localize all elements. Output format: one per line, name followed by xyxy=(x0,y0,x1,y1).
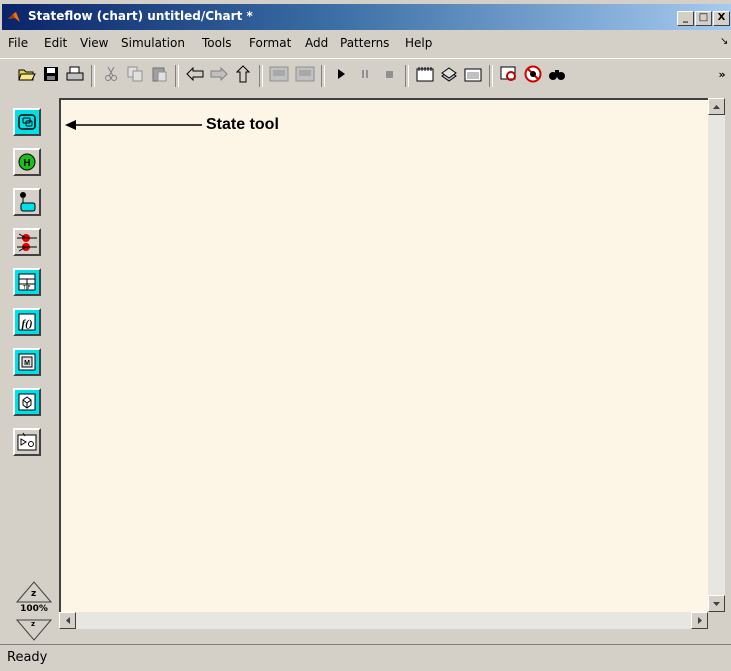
scroll-right-arrow-icon[interactable] xyxy=(691,612,708,629)
target-icon[interactable] xyxy=(462,63,484,85)
connective-junction-icon[interactable] xyxy=(13,228,41,256)
find-icon[interactable] xyxy=(546,63,568,85)
maximize-button[interactable]: □ xyxy=(695,11,712,26)
box-icon[interactable] xyxy=(13,388,41,416)
matlab-logo-icon xyxy=(7,10,21,24)
zoom-in-button[interactable]: z xyxy=(31,589,36,599)
copy-icon[interactable] xyxy=(124,63,146,85)
zoom-out-button[interactable]: z xyxy=(31,620,35,628)
open-folder-icon[interactable] xyxy=(16,63,38,85)
object-palette: H T F f() M z 100% z xyxy=(0,96,58,641)
state-tool-icon[interactable] xyxy=(13,108,41,136)
svg-text:T F: T F xyxy=(22,285,31,291)
close-button[interactable]: X xyxy=(713,11,730,26)
toolbar-separator xyxy=(489,65,493,87)
scroll-left-arrow-icon[interactable] xyxy=(59,612,76,629)
truth-table-icon[interactable]: T F xyxy=(13,268,41,296)
status-bar: Ready xyxy=(0,644,731,671)
menu-file[interactable]: File xyxy=(8,36,28,50)
status-text: Ready xyxy=(7,650,48,665)
redo-icon[interactable] xyxy=(294,63,316,85)
toolbar-separator xyxy=(321,65,325,87)
graphical-function-icon[interactable]: f() xyxy=(13,308,41,336)
state-tool-annotation: State tool xyxy=(206,116,279,133)
horizontal-scrollbar[interactable] xyxy=(59,612,708,629)
pointer-arrow xyxy=(65,120,202,130)
scroll-up-arrow-icon[interactable] xyxy=(708,98,725,115)
toolbar-separator xyxy=(91,65,95,87)
forward-arrow-icon[interactable] xyxy=(208,63,230,85)
simulink-function-icon[interactable] xyxy=(13,428,41,456)
window-title: Stateflow (chart) untitled/Chart * xyxy=(28,9,253,23)
menu-format[interactable]: Format xyxy=(249,36,291,50)
chart-canvas[interactable]: State tool xyxy=(59,98,708,612)
menu-overflow-icon[interactable]: ↘ xyxy=(720,36,728,47)
pause-icon[interactable] xyxy=(354,63,376,85)
history-junction-icon[interactable]: H xyxy=(13,148,41,176)
scroll-down-arrow-icon[interactable] xyxy=(708,595,725,612)
minimize-button[interactable]: _ xyxy=(677,11,694,26)
start-icon[interactable] xyxy=(330,63,352,85)
paste-icon[interactable] xyxy=(148,63,170,85)
scrollbar-corner xyxy=(708,612,725,629)
stateflow-window: Stateflow (chart) untitled/Chart * _ □ X… xyxy=(0,0,731,670)
toolbar-separator xyxy=(175,65,179,87)
title-bar[interactable]: Stateflow (chart) untitled/Chart * _ □ X xyxy=(2,4,731,30)
zoom-level: 100% xyxy=(20,604,48,614)
back-arrow-icon[interactable] xyxy=(184,63,206,85)
embedded-matlab-icon[interactable]: M xyxy=(13,348,41,376)
toolbar-overflow-icon[interactable]: » xyxy=(716,63,728,85)
svg-text:M: M xyxy=(24,360,30,367)
menu-help[interactable]: Help xyxy=(405,36,432,50)
svg-text:H: H xyxy=(23,158,30,169)
menu-simulation[interactable]: Simulation xyxy=(121,36,185,50)
up-arrow-icon[interactable] xyxy=(232,63,254,85)
build-icon[interactable] xyxy=(414,63,436,85)
print-icon[interactable] xyxy=(64,63,86,85)
cut-icon[interactable] xyxy=(100,63,122,85)
menu-edit[interactable]: Edit xyxy=(44,36,67,50)
svg-text:f(): f() xyxy=(22,318,33,330)
explorer-icon[interactable] xyxy=(498,63,520,85)
zoom-control: z 100% z xyxy=(16,580,52,642)
save-icon[interactable] xyxy=(40,63,62,85)
menu-add[interactable]: Add xyxy=(305,36,328,50)
undo-icon[interactable] xyxy=(268,63,290,85)
debug-icon[interactable] xyxy=(522,63,544,85)
stop-icon[interactable] xyxy=(378,63,400,85)
toolbar-separator xyxy=(259,65,263,87)
vertical-scrollbar[interactable] xyxy=(708,98,725,612)
default-transition-icon[interactable] xyxy=(13,188,41,216)
library-icon[interactable] xyxy=(438,63,460,85)
toolbar-separator xyxy=(405,65,409,87)
menu-patterns[interactable]: Patterns xyxy=(340,36,389,50)
toolbar: » xyxy=(0,58,731,93)
menu-view[interactable]: View xyxy=(80,36,108,50)
menu-bar: File Edit View Simulation Tools Format A… xyxy=(0,32,731,56)
menu-tools[interactable]: Tools xyxy=(202,36,232,50)
